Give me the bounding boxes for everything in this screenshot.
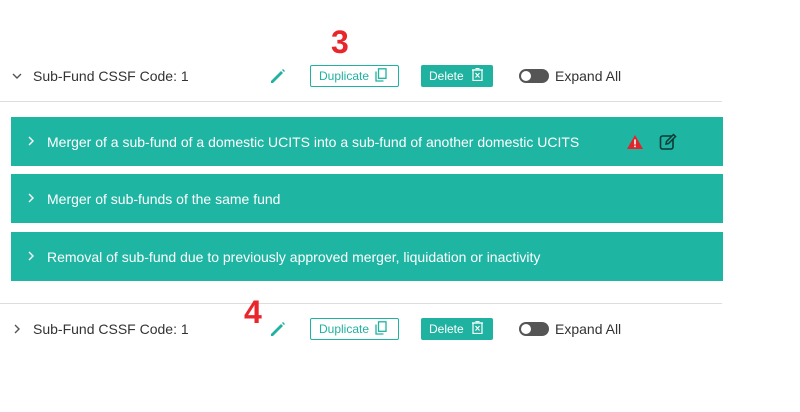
section-merger-same-fund[interactable]: Merger of sub-funds of the same fund [11, 174, 723, 223]
expand-all-toggle[interactable] [519, 69, 549, 83]
divider [0, 303, 722, 304]
expand-all-toggle[interactable] [519, 322, 549, 336]
duplicate-label: Duplicate [319, 69, 370, 83]
duplicate-button[interactable]: Duplicate [310, 65, 399, 87]
duplicate-label: Duplicate [319, 322, 370, 336]
section-label: Merger of sub-funds of the same fund [47, 190, 281, 207]
copy-icon [375, 320, 387, 338]
pencil-icon[interactable] [268, 66, 288, 86]
copy-icon [375, 67, 387, 85]
delete-button[interactable]: Delete [421, 318, 493, 340]
subfund-header-1: Sub-Fund CSSF Code: 1 Duplicate Delete E… [0, 56, 722, 96]
delete-button[interactable]: Delete [421, 65, 493, 87]
trash-icon [471, 321, 483, 337]
duplicate-button[interactable]: Duplicate [310, 318, 399, 340]
subfund-title: Sub-Fund CSSF Code: 1 [33, 68, 189, 84]
subfund-header-2: Sub-Fund CSSF Code: 1 Duplicate Delete E… [0, 309, 722, 349]
section-label: Removal of sub-fund due to previously ap… [47, 248, 541, 265]
chevron-right-icon [27, 135, 35, 149]
annotation-3: 3 [331, 24, 349, 60]
toggle-knob [521, 324, 531, 334]
expand-all-label: Expand All [555, 321, 622, 337]
section-merger-domestic-ucits[interactable]: Merger of a sub-fund of a domestic UCITS… [11, 117, 723, 166]
section-label: Merger of a sub-fund of a domestic UCITS… [47, 133, 580, 150]
section-removal-subfund[interactable]: Removal of sub-fund due to previously ap… [11, 232, 723, 281]
delete-label: Delete [429, 69, 464, 83]
warning-icon [626, 134, 644, 150]
chevron-down-icon[interactable] [12, 71, 22, 81]
chevron-right-icon[interactable] [12, 324, 22, 334]
chevron-right-icon [27, 250, 35, 264]
divider [0, 101, 722, 102]
expand-all-label: Expand All [555, 68, 622, 84]
toggle-knob [521, 71, 531, 81]
chevron-right-icon [27, 192, 35, 206]
edit-square-icon[interactable] [659, 132, 677, 151]
delete-label: Delete [429, 322, 464, 336]
subfund-title: Sub-Fund CSSF Code: 1 [33, 321, 189, 337]
trash-icon [471, 68, 483, 84]
pencil-icon[interactable] [268, 319, 288, 339]
